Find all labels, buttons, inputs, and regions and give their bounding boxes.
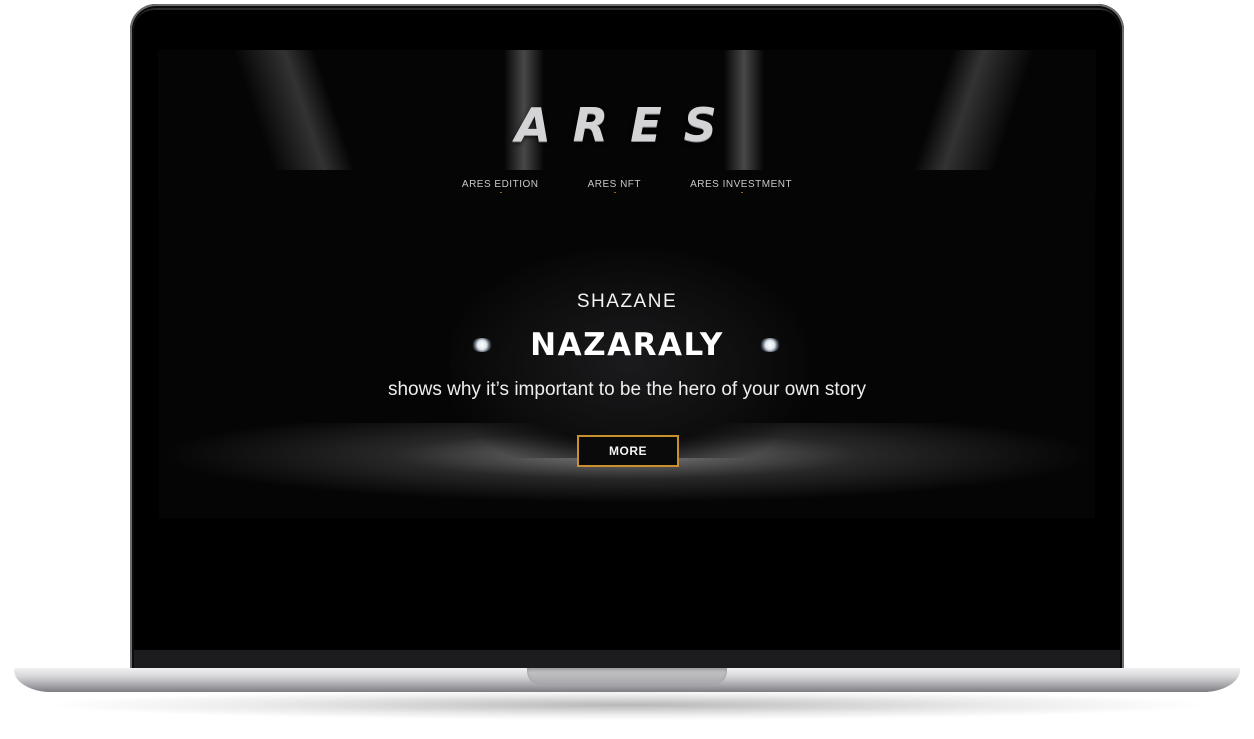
more-button[interactable]: MORE: [577, 435, 679, 467]
screen-bottom-bezel: [134, 650, 1120, 670]
hero-section: SHAZANE NAZARALY shows why it’s importan…: [159, 193, 1095, 518]
nav-item-label: ARES INVESTMENT: [690, 179, 793, 190]
nav-item-ares-investment[interactable]: ARES INVESTMENT: [690, 179, 793, 194]
nav-item-label: ARES NFT: [587, 179, 642, 190]
hero-title: NAZARALY: [530, 327, 724, 363]
hero-subtitle: shows why it’s important to be the hero …: [387, 379, 867, 400]
laptop-shadow: [40, 690, 1214, 720]
nav-item-label: ARES EDITION: [461, 179, 539, 190]
laptop-screen: ARES ARES EDITION ARES NFT ARES INVESTME…: [134, 10, 1120, 670]
hero-kicker: SHAZANE: [576, 291, 678, 312]
nav-item-ares-edition[interactable]: ARES EDITION: [461, 179, 539, 194]
nav-item-ares-nft[interactable]: ARES NFT: [587, 179, 642, 194]
main-nav: ARES EDITION ARES NFT ARES INVESTMENT: [134, 172, 1120, 194]
site-logo[interactable]: ARES: [134, 98, 1120, 152]
laptop-notch: [527, 668, 727, 685]
